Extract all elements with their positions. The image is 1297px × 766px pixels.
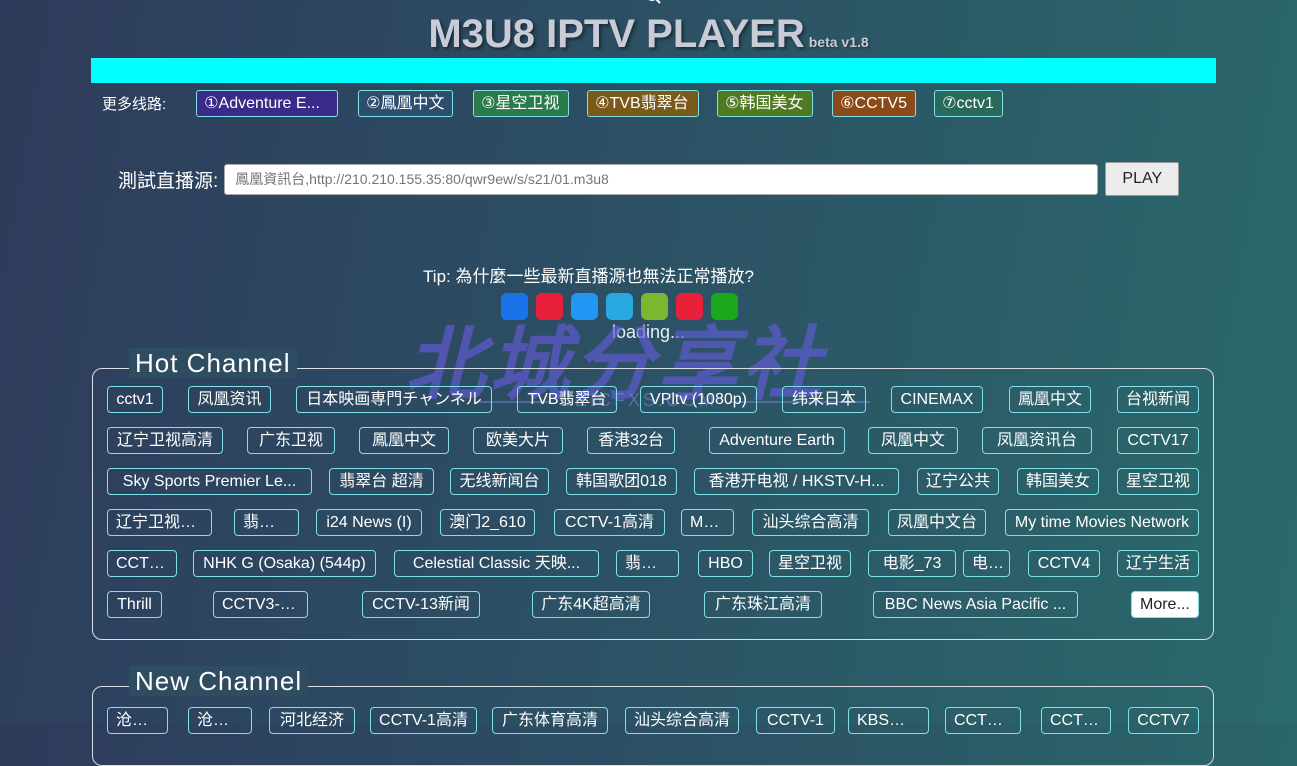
channel-chip[interactable]: cctv1 (107, 386, 163, 413)
channel-chip[interactable]: Celestial Classic 天映... (394, 550, 599, 577)
channel-chip[interactable]: 沧州-1 (188, 707, 252, 734)
video-player-bar[interactable] (91, 58, 1216, 83)
test-source-input[interactable] (224, 163, 1099, 195)
channel-chip[interactable]: 星空卫视 (1117, 468, 1199, 495)
lines-label: 更多线路: (102, 95, 167, 113)
lines-row: 更多线路: ①Adventure E... ②鳳凰中文 ③星空卫视 ④TVB翡翠台 ⑤韩… (102, 88, 1006, 118)
channel-chip[interactable]: 广东珠江高清 (704, 591, 822, 618)
line-button-3[interactable]: ③星空卫视 (473, 89, 570, 117)
channel-chip[interactable]: 翡翠台 (616, 550, 679, 577)
channel-chip[interactable]: CINEMAX (891, 386, 983, 413)
channel-chip[interactable]: 星空卫视 (769, 550, 851, 577)
tip-link[interactable]: Tip: 為什麼一些最新直播源也無法正常播放? (423, 267, 754, 286)
channel-chip[interactable]: 台视新闻 (1117, 386, 1199, 413)
channel-chip[interactable]: 汕头综合高清 (625, 707, 739, 734)
channel-chip[interactable]: 辽宁卫视HD (107, 509, 212, 536)
channel-chip[interactable]: Sky Sports Premier Le... (107, 468, 312, 495)
channel-chip[interactable]: 纬来日本 (782, 386, 866, 413)
channel-chip[interactable]: CCTV17 (1117, 427, 1199, 454)
hot-channel-row: Thrill CCTV3-4K CCTV-13新闻 广东4K超高清 广东珠江高清 BBC … (107, 591, 1199, 618)
channel-chip[interactable]: 广东体育高清 (492, 707, 608, 734)
line-button-2[interactable]: ②鳳凰中文 (358, 89, 454, 117)
channel-chip[interactable]: 凤凰中文台 (888, 509, 986, 536)
hot-channel-row: 辽宁卫视高清 广东卫视 鳳凰中文 欧美大片 香港32台 Adventure Earth 凤凰… (107, 427, 1199, 454)
channel-chip[interactable]: 翡翠台 超清 (329, 468, 434, 495)
channel-chip[interactable]: Thrill (107, 591, 162, 618)
channel-chip[interactable]: 日本映画専門チャンネル (296, 386, 492, 413)
channel-chip[interactable]: CCTV11 (945, 707, 1021, 734)
channel-chip[interactable]: CCTV7 (1128, 707, 1199, 734)
channel-chip[interactable]: CCTV-1高清 (370, 707, 477, 734)
test-source-row: 測試直播源: PLAY (118, 162, 1180, 196)
more-button[interactable]: More... (1131, 591, 1199, 618)
channel-chip[interactable]: TVB翡翠台 (517, 386, 617, 413)
hot-channel-grid: cctv1 凤凰资讯 日本映画専門チャンネル TVB翡翠台 VPltv (1080p) 纬… (107, 386, 1199, 632)
channel-chip[interactable]: MBN (681, 509, 734, 536)
page-title: M3U8 IPTV PLAYER (428, 12, 805, 56)
channel-chip[interactable]: CCTV1 (1041, 707, 1111, 734)
channel-chip[interactable]: CCTV4 (1028, 550, 1100, 577)
new-channel-title: New Channel (129, 666, 309, 696)
channel-chip[interactable]: 欧美大片 (473, 427, 563, 454)
line-button-7[interactable]: ⑦cctv1 (934, 89, 1004, 117)
channel-chip[interactable]: HBO (698, 550, 753, 577)
channel-chip[interactable]: 辽宁生活 (1117, 550, 1199, 577)
channel-chip[interactable]: 广东4K超高清 (532, 591, 650, 618)
channel-chip[interactable]: 无线新闻台 (450, 468, 549, 495)
channel-chip[interactable]: CCTV5 (107, 550, 177, 577)
line-button-5[interactable]: ⑤韩国美女 (717, 89, 814, 117)
channel-chip[interactable]: 凤凰中文 (868, 427, 958, 454)
channel-chip[interactable]: 广东卫视 (247, 427, 335, 454)
search-icon[interactable] (645, 0, 661, 4)
channel-chip[interactable]: BBC News Asia Pacific ... (873, 591, 1078, 618)
hot-channel-panel: Hot Channel cctv1 凤凰资讯 日本映画専門チャンネル TVB翡翠台 VP… (92, 348, 1214, 640)
test-source-label: 測試直播源: (118, 170, 219, 192)
new-channel-row: 沧州-2 沧州-1 河北经济 CCTV-1高清 广东体育高清 汕头综合高清 CCTV-1 KB… (107, 707, 1199, 734)
version-label: beta v1.8 (808, 34, 869, 50)
channel-chip[interactable]: 香港开电视 / HKSTV-H... (694, 468, 899, 495)
channel-chip[interactable]: 鳳凰中文 (359, 427, 449, 454)
channel-chip[interactable]: VPltv (1080p) (640, 386, 757, 413)
hot-channel-row: Sky Sports Premier Le... 翡翠台 超清 无线新闻台 韩国歌团0… (107, 468, 1199, 495)
channel-chip[interactable]: 鳳凰中文 (1009, 386, 1091, 413)
hot-channel-row: cctv1 凤凰资讯 日本映画専門チャンネル TVB翡翠台 VPltv (1080p) 纬… (107, 386, 1199, 413)
channel-chip[interactable]: CCTV-1高清 (554, 509, 665, 536)
channel-chip[interactable]: Adventure Earth (709, 427, 845, 454)
hot-channel-row: 辽宁卫视HD 翡翠台 i24 News (I) 澳门2_610 CCTV-1高清 MBN 汕… (107, 509, 1199, 536)
channel-chip[interactable]: 汕头综合高清 (752, 509, 869, 536)
play-button[interactable]: PLAY (1105, 162, 1180, 196)
channel-chip[interactable]: 电影_73 (868, 550, 956, 577)
line-button-4[interactable]: ④TVB翡翠台 (587, 89, 700, 117)
channel-chip[interactable]: My time Movies Network (1005, 509, 1199, 536)
channel-chip[interactable]: 沧州-2 (107, 707, 168, 734)
new-channel-grid: 沧州-2 沧州-1 河北经济 CCTV-1高清 广东体育高清 汕头综合高清 CCTV-1 KB… (107, 707, 1199, 748)
channel-chip[interactable]: KBS世界 (848, 707, 929, 734)
line-button-6[interactable]: ⑥CCTV5 (832, 89, 917, 117)
channel-chip[interactable]: 翡翠台 (234, 509, 299, 536)
channel-chip[interactable]: 韩国歌团018 (566, 468, 677, 495)
hot-channel-row: CCTV5 NHK G (Osaka) (544p) Celestial Class… (107, 550, 1199, 577)
channel-chip[interactable]: 凤凰资讯 (188, 386, 271, 413)
new-channel-panel: New Channel 沧州-2 沧州-1 河北经济 CCTV-1高清 广东体育高清 汕头… (92, 666, 1214, 766)
channel-chip[interactable]: NHK G (Osaka) (544p) (193, 550, 376, 577)
channel-chip[interactable]: 香港32台 (587, 427, 675, 454)
channel-chip[interactable]: 澳门2_610 (440, 509, 535, 536)
channel-chip[interactable]: 韩国美女 (1017, 468, 1099, 495)
channel-chip[interactable]: CCTV3-4K (213, 591, 308, 618)
page-header: M3U8 IPTV PLAYER beta v1.8 (0, 12, 1297, 57)
channel-chip[interactable]: 辽宁公共 (917, 468, 999, 495)
lines-list: ①Adventure E... ②鳳凰中文 ③星空卫视 ④TVB翡翠台 ⑤韩国美女 ⑥CC… (196, 89, 1006, 117)
channel-chip[interactable]: 辽宁卫视高清 (107, 427, 223, 454)
channel-chip[interactable]: 电影 (963, 550, 1010, 577)
hot-channel-title: Hot Channel (129, 348, 297, 378)
channel-chip[interactable]: 凤凰资讯台 (982, 427, 1092, 454)
line-button-1[interactable]: ①Adventure E... (196, 89, 339, 117)
channel-chip[interactable]: CCTV-13新闻 (362, 591, 480, 618)
channel-chip[interactable]: i24 News (I) (316, 509, 422, 536)
channel-chip[interactable]: CCTV-1 (756, 707, 835, 734)
channel-chip[interactable]: 河北经济 (269, 707, 355, 734)
tip-row: Tip: 為什麼一些最新直播源也無法正常播放? (0, 262, 1237, 287)
